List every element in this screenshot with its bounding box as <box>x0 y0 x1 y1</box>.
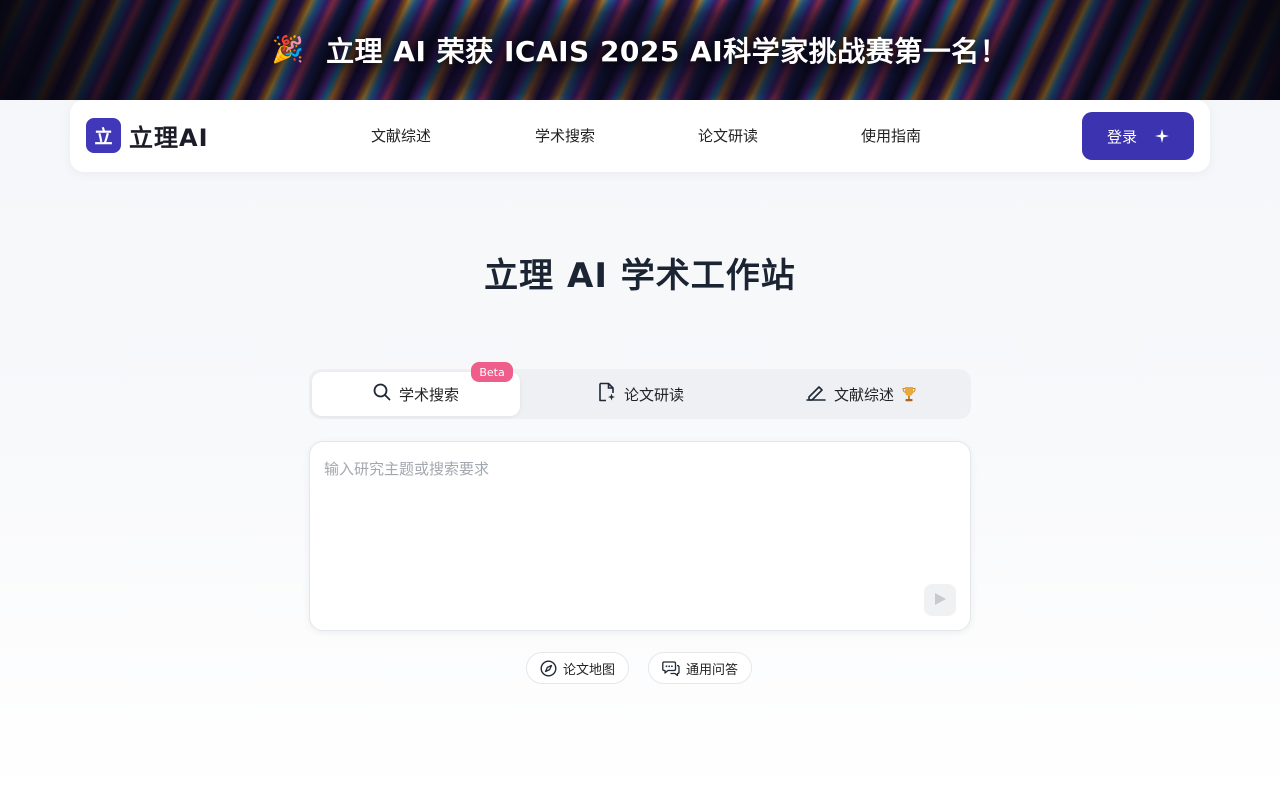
general-qa-chip[interactable]: 通用问答 <box>648 652 753 684</box>
login-label: 登录 <box>1106 127 1137 146</box>
beta-badge: Beta <box>471 362 513 382</box>
nav-menu: 文献综述 学术搜索 论文研读 使用指南 <box>70 100 1210 172</box>
search-input[interactable] <box>324 458 954 588</box>
trophy-icon <box>902 386 916 402</box>
tab-label: 学术搜索 <box>398 385 459 404</box>
tab-label: 文献综述 <box>833 385 894 404</box>
paper-map-chip[interactable]: 论文地图 <box>526 652 630 684</box>
chip-label: 论文地图 <box>563 662 616 678</box>
send-button[interactable] <box>924 584 956 616</box>
compass-icon <box>540 659 557 677</box>
party-popper-icon: 🎉 <box>271 35 305 65</box>
banner-content: 🎉 立理 AI 荣获 ICAIS 2025 AI科学家挑战赛第一名！ <box>0 0 1280 100</box>
tab-paper-reading[interactable]: 论文研读 <box>531 372 751 416</box>
sparkle-icon <box>1155 129 1169 143</box>
nav-item-paper-reading[interactable]: 论文研读 <box>698 125 758 146</box>
login-button[interactable]: 登录 <box>1082 112 1194 160</box>
file-sparkle-icon <box>598 382 616 406</box>
tab-label: 论文研读 <box>623 385 684 404</box>
tab-literature-review[interactable]: 文献综述 <box>751 372 971 416</box>
mode-tabs: 学术搜索 论文研读 文献综述 <box>309 369 971 419</box>
banner-text: 立理 AI 荣获 ICAIS 2025 AI科学家挑战赛第一名！ <box>326 35 1009 68</box>
page-title: 立理 AI 学术工作站 <box>484 256 796 296</box>
nav-item-academic-search[interactable]: 学术搜索 <box>535 125 595 146</box>
chip-label: 通用问答 <box>686 662 739 678</box>
announcement-banner[interactable]: 🎉 立理 AI 荣获 ICAIS 2025 AI科学家挑战赛第一名！ <box>0 0 1280 100</box>
chat-bubbles-icon <box>662 660 680 677</box>
search-icon <box>373 383 391 405</box>
send-icon <box>933 591 947 610</box>
nav-item-user-guide[interactable]: 使用指南 <box>861 125 921 146</box>
pen-icon <box>806 383 826 405</box>
navbar: 立 立理AI 文献综述 学术搜索 论文研读 使用指南 登录 <box>70 100 1210 172</box>
nav-item-literature-review[interactable]: 文献综述 <box>371 125 431 146</box>
search-input-box <box>309 441 971 631</box>
